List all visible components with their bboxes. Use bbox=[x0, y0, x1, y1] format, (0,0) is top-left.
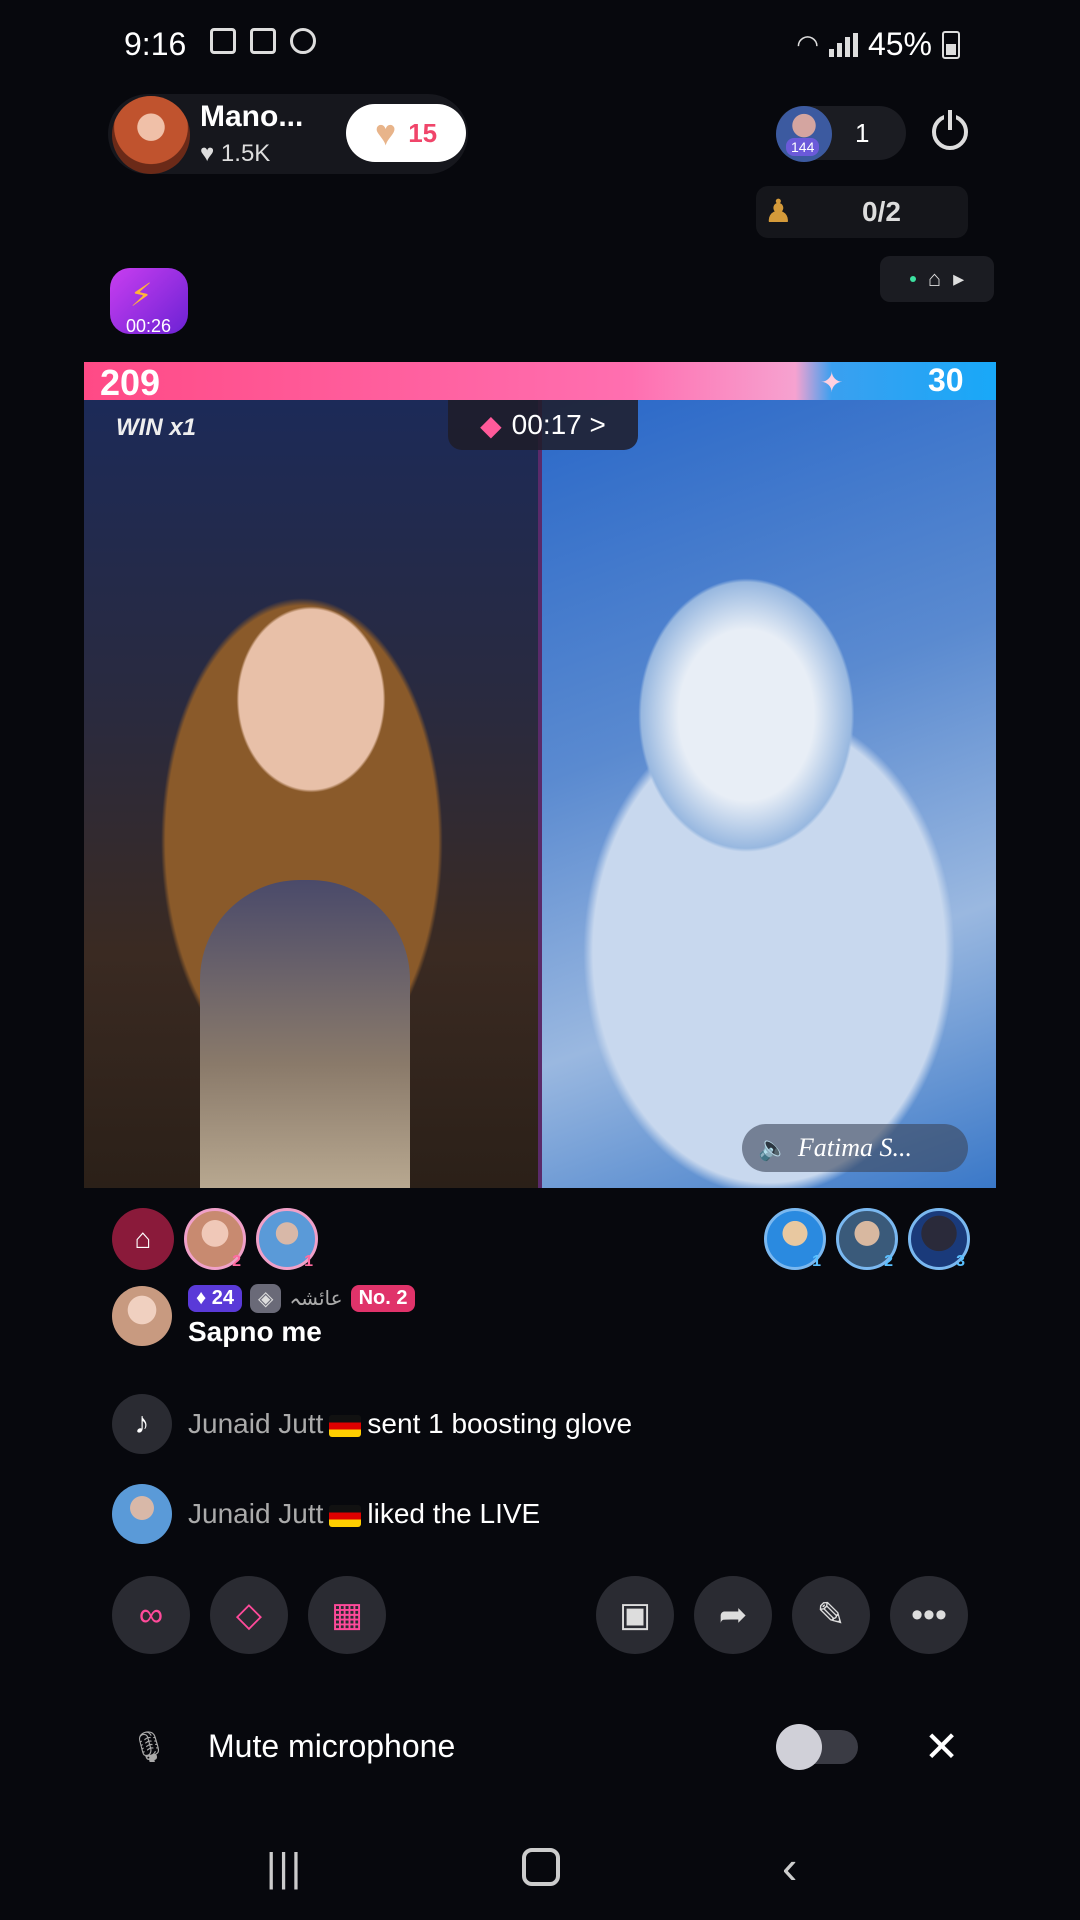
link-button[interactable]: ∞ bbox=[112, 1576, 190, 1654]
rank-badge: No. 2 bbox=[350, 1285, 416, 1312]
supporter-avatar[interactable]: 1 bbox=[764, 1208, 826, 1270]
chat-username[interactable]: Junaid Jutt bbox=[188, 1408, 323, 1439]
score-left: 209 bbox=[100, 362, 161, 403]
supporter-avatar[interactable]: 3 bbox=[908, 1208, 970, 1270]
supporter-avatar[interactable]: 2 bbox=[184, 1208, 246, 1270]
battle-timer[interactable]: ◆ 00:17 > bbox=[448, 400, 638, 450]
host-video-figure bbox=[200, 880, 410, 1188]
effects-button[interactable]: ✎ bbox=[792, 1576, 870, 1654]
flag-icon bbox=[329, 1504, 362, 1527]
opponent-chip[interactable]: 🔈 Fatima S... bbox=[742, 1124, 968, 1172]
back-icon[interactable]: ‹ bbox=[782, 1840, 797, 1894]
scan-icon bbox=[250, 28, 276, 54]
host-likes-count: 1.5K bbox=[220, 140, 271, 167]
wifi-icon: ◠ bbox=[796, 29, 819, 59]
chat-message: Sapno me bbox=[188, 1316, 322, 1347]
flag-icon bbox=[329, 1414, 362, 1437]
live-dot-icon bbox=[909, 276, 916, 282]
viewer-badge: 144 bbox=[786, 138, 820, 156]
chat-username: عائشہ bbox=[289, 1288, 343, 1310]
chat-text: sent 1 boosting glove bbox=[367, 1408, 633, 1439]
magic-wand-icon: ✎ bbox=[816, 1596, 846, 1634]
chat-avatar[interactable] bbox=[112, 1484, 172, 1544]
apps-button[interactable]: ▦ bbox=[308, 1576, 386, 1654]
level-badge: ♦ 24 bbox=[188, 1285, 243, 1312]
share-icon: ➦ bbox=[718, 1596, 748, 1634]
capcut-icon bbox=[290, 28, 316, 54]
apps-icon: ▦ bbox=[330, 1596, 364, 1634]
follow-count: 15 bbox=[408, 117, 438, 148]
shield-icon: ◈ bbox=[250, 1284, 282, 1313]
chat-badges: ♦ 24 ◈ عائشہ No. 2 bbox=[188, 1284, 416, 1313]
home-icon: ⌂ bbox=[927, 266, 942, 291]
score-right: 30 bbox=[928, 362, 964, 398]
recents-icon[interactable]: ||| bbox=[266, 1846, 303, 1891]
viewer-count[interactable]: 1 bbox=[855, 118, 869, 149]
chat-avatar[interactable] bbox=[112, 1286, 172, 1346]
comment-icon: ▣ bbox=[618, 1596, 652, 1634]
video-divider bbox=[538, 400, 542, 1188]
heart-icon: ♥ bbox=[374, 112, 397, 153]
win-streak: WIN x1 bbox=[116, 414, 197, 441]
host-avatar[interactable] bbox=[112, 96, 190, 174]
status-time: 9:16 bbox=[124, 26, 187, 62]
home-icon[interactable] bbox=[522, 1848, 560, 1886]
heart-icon: ♥ bbox=[200, 140, 215, 167]
lightning-icon: ⚡ bbox=[130, 277, 153, 313]
spark-icon: ✦ bbox=[820, 367, 844, 398]
close-icon[interactable]: ✕ bbox=[924, 1722, 959, 1771]
guest-icon: ♟ bbox=[764, 193, 793, 229]
mic-off-icon: 🎙 bbox=[130, 1731, 169, 1764]
status-icons bbox=[210, 28, 316, 54]
supporter-avatar[interactable]: 1 bbox=[256, 1208, 318, 1270]
battle-icon: ◆ bbox=[480, 409, 502, 441]
speaker-icon[interactable]: 🔈 bbox=[758, 1134, 788, 1163]
follow-button[interactable]: ♥ 15 bbox=[346, 104, 466, 162]
live-home-chip[interactable]: ⌂ ▸ bbox=[880, 256, 994, 302]
mute-toggle-knob[interactable] bbox=[776, 1724, 822, 1770]
screenshot-icon bbox=[210, 28, 236, 54]
battle-icon: ◇ bbox=[235, 1596, 263, 1634]
chat-username[interactable]: Junaid Jutt bbox=[188, 1498, 323, 1529]
link-icon: ∞ bbox=[138, 1595, 164, 1634]
more-icon: ••• bbox=[911, 1595, 947, 1634]
chat-text: liked the LIVE bbox=[367, 1498, 541, 1529]
status-right: ◠ 45% bbox=[796, 26, 960, 63]
share-button[interactable]: ➦ bbox=[694, 1576, 772, 1654]
chat-gift-line: Junaid Jutt sent 1 boosting glove bbox=[188, 1408, 632, 1440]
tiktok-icon: ♪ bbox=[112, 1394, 172, 1454]
battle-button[interactable]: ◇ bbox=[210, 1576, 288, 1654]
host-likes: ♥ 1.5K bbox=[200, 140, 270, 168]
play-icon: ▸ bbox=[953, 266, 965, 291]
host-name[interactable]: Mano... bbox=[200, 100, 303, 134]
battle-timer-text: 00:17 > bbox=[511, 409, 606, 440]
comment-button[interactable]: ▣ bbox=[596, 1576, 674, 1654]
battery-icon bbox=[942, 30, 960, 59]
power-icon[interactable] bbox=[932, 110, 968, 150]
supporter-avatar[interactable]: 2 bbox=[836, 1208, 898, 1270]
more-button[interactable]: ••• bbox=[890, 1576, 968, 1654]
opponent-video[interactable] bbox=[542, 400, 996, 1188]
chat-like-line: Junaid Jutt liked the LIVE bbox=[188, 1498, 540, 1530]
opponent-name: Fatima S... bbox=[797, 1133, 912, 1162]
battery-text: 45% bbox=[867, 26, 932, 62]
signal-icon bbox=[828, 32, 858, 57]
battle-score-bar bbox=[84, 362, 996, 400]
sofa-icon[interactable]: ⌂ bbox=[112, 1208, 174, 1270]
event-timer: 00:26 bbox=[126, 316, 172, 336]
mute-label: Mute microphone bbox=[208, 1728, 456, 1764]
guest-count[interactable]: 0/2 bbox=[862, 196, 901, 228]
